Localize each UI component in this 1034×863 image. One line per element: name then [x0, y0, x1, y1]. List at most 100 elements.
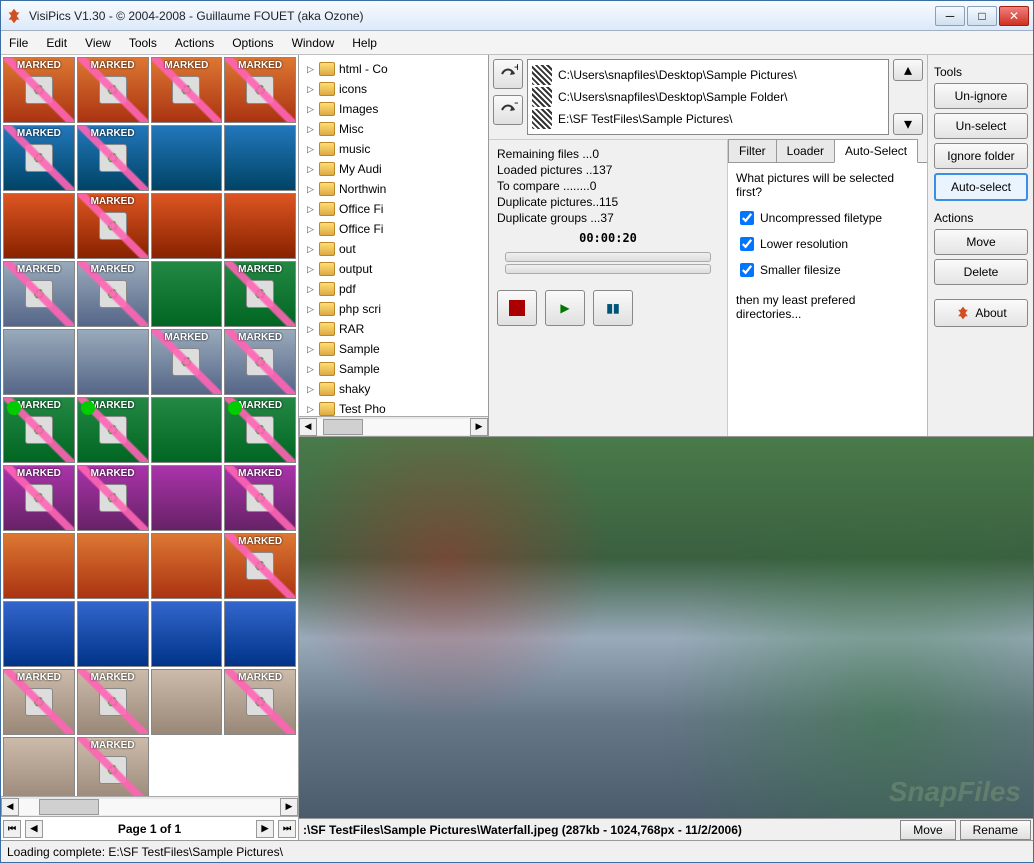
move-button[interactable]: Move — [934, 229, 1028, 255]
autoselect-button[interactable]: Auto-select — [934, 173, 1028, 201]
unignore-button[interactable]: Un-ignore — [934, 83, 1028, 109]
thumbnail[interactable] — [3, 465, 75, 531]
tree-item[interactable]: ▷shaky — [307, 379, 488, 399]
thumbnail[interactable] — [224, 261, 296, 327]
tree-item[interactable]: ▷Office Fi — [307, 219, 488, 239]
thumbnail[interactable] — [224, 193, 296, 259]
tree-item[interactable]: ▷Office Fi — [307, 199, 488, 219]
thumbnail[interactable] — [151, 125, 223, 191]
thumbnail-hscroll[interactable]: ◀ ▶ — [1, 796, 298, 816]
tree-item[interactable]: ▷icons — [307, 79, 488, 99]
check-smaller-size[interactable]: Smaller filesize — [736, 257, 919, 283]
tree-item[interactable]: ▷Sample — [307, 339, 488, 359]
scroll-left-button[interactable]: ◀ — [1, 798, 19, 816]
thumbnail[interactable] — [77, 329, 149, 395]
thumbnail[interactable] — [151, 329, 223, 395]
menu-actions[interactable]: Actions — [175, 36, 214, 50]
stop-button[interactable] — [497, 290, 537, 326]
thumbnail[interactable] — [77, 601, 149, 667]
tree-item[interactable]: ▷php scri — [307, 299, 488, 319]
tab-autoselect[interactable]: Auto-Select — [834, 139, 918, 163]
minimize-button[interactable]: ─ — [935, 6, 965, 26]
add-folder-button[interactable]: + — [493, 59, 523, 89]
maximize-button[interactable]: □ — [967, 6, 997, 26]
thumbnail[interactable] — [77, 57, 149, 123]
page-last-button[interactable]: ⏭ — [278, 820, 296, 838]
thumbnail[interactable] — [3, 261, 75, 327]
about-button[interactable]: About — [934, 299, 1028, 327]
path-item[interactable]: E:\SF TestFiles\Sample Pictures\ — [532, 108, 884, 130]
tree-item[interactable]: ▷Northwin — [307, 179, 488, 199]
tree-item[interactable]: ▷My Audi — [307, 159, 488, 179]
thumbnail[interactable] — [77, 397, 149, 463]
thumbnail[interactable] — [77, 533, 149, 599]
thumbnail[interactable] — [151, 669, 223, 735]
scroll-right-button[interactable]: ▶ — [280, 798, 298, 816]
path-list[interactable]: C:\Users\snapfiles\Desktop\Sample Pictur… — [527, 59, 889, 135]
tree-item[interactable]: ▷pdf — [307, 279, 488, 299]
pause-button[interactable]: ▮▮ — [593, 290, 633, 326]
thumbnail[interactable] — [151, 57, 223, 123]
thumbnail[interactable] — [77, 125, 149, 191]
tree-item[interactable]: ▷Misc — [307, 119, 488, 139]
path-item[interactable]: C:\Users\snapfiles\Desktop\Sample Pictur… — [532, 64, 884, 86]
thumbnail[interactable] — [3, 125, 75, 191]
thumbnail[interactable] — [151, 533, 223, 599]
thumbnail[interactable] — [224, 329, 296, 395]
delete-button[interactable]: Delete — [934, 259, 1028, 285]
thumbnail[interactable] — [3, 329, 75, 395]
thumbnail[interactable] — [151, 601, 223, 667]
page-prev-button[interactable]: ◀ — [25, 820, 43, 838]
thumbnail[interactable] — [224, 669, 296, 735]
thumbnail[interactable] — [77, 737, 149, 796]
thumbnail[interactable] — [224, 533, 296, 599]
tab-loader[interactable]: Loader — [776, 139, 835, 162]
menu-options[interactable]: Options — [232, 36, 273, 50]
close-button[interactable]: ✕ — [999, 6, 1029, 26]
ignorefolder-button[interactable]: Ignore folder — [934, 143, 1028, 169]
thumbnail[interactable] — [3, 601, 75, 667]
check-lower-res[interactable]: Lower resolution — [736, 231, 919, 257]
menu-window[interactable]: Window — [292, 36, 335, 50]
tree-item[interactable]: ▷music — [307, 139, 488, 159]
remove-folder-button[interactable]: − — [493, 95, 523, 125]
tree-hscroll[interactable]: ◀▶ — [299, 416, 488, 436]
menu-tools[interactable]: Tools — [129, 36, 157, 50]
thumbnail[interactable] — [3, 397, 75, 463]
menu-view[interactable]: View — [85, 36, 111, 50]
thumbnail[interactable] — [151, 261, 223, 327]
folder-tree[interactable]: ▷html - Co▷icons▷Images▷Misc▷music▷My Au… — [299, 55, 488, 416]
tree-item[interactable]: ▷Test Pho — [307, 399, 488, 416]
thumbnail[interactable] — [77, 261, 149, 327]
menu-edit[interactable]: Edit — [46, 36, 67, 50]
path-item[interactable]: C:\Users\snapfiles\Desktop\Sample Folder… — [532, 86, 884, 108]
thumbnail[interactable] — [3, 57, 75, 123]
tree-item[interactable]: ▷Images — [307, 99, 488, 119]
thumbnail[interactable] — [77, 669, 149, 735]
thumbnail[interactable] — [224, 397, 296, 463]
thumbnail[interactable] — [151, 193, 223, 259]
page-first-button[interactable]: ⏮ — [3, 820, 21, 838]
thumbnail[interactable] — [77, 465, 149, 531]
page-next-button[interactable]: ▶ — [256, 820, 274, 838]
menu-file[interactable]: File — [9, 36, 28, 50]
play-button[interactable]: ▶ — [545, 290, 585, 326]
thumbnail[interactable] — [3, 533, 75, 599]
tab-filter[interactable]: Filter — [728, 139, 777, 162]
thumbnail[interactable] — [77, 193, 149, 259]
path-down-button[interactable]: ▾ — [893, 113, 923, 135]
tree-item[interactable]: ▷RAR — [307, 319, 488, 339]
thumbnail[interactable] — [3, 193, 75, 259]
thumbnail[interactable] — [3, 669, 75, 735]
tree-item[interactable]: ▷html - Co — [307, 59, 488, 79]
thumbnail[interactable] — [224, 57, 296, 123]
preview-rename-button[interactable]: Rename — [960, 820, 1031, 840]
check-uncompressed[interactable]: Uncompressed filetype — [736, 205, 919, 231]
thumbnail[interactable] — [224, 125, 296, 191]
thumbnail[interactable] — [224, 601, 296, 667]
thumbnail[interactable] — [151, 397, 223, 463]
tree-item[interactable]: ▷output — [307, 259, 488, 279]
thumbnail[interactable] — [151, 465, 223, 531]
unselect-button[interactable]: Un-select — [934, 113, 1028, 139]
path-up-button[interactable]: ▴ — [893, 59, 923, 81]
